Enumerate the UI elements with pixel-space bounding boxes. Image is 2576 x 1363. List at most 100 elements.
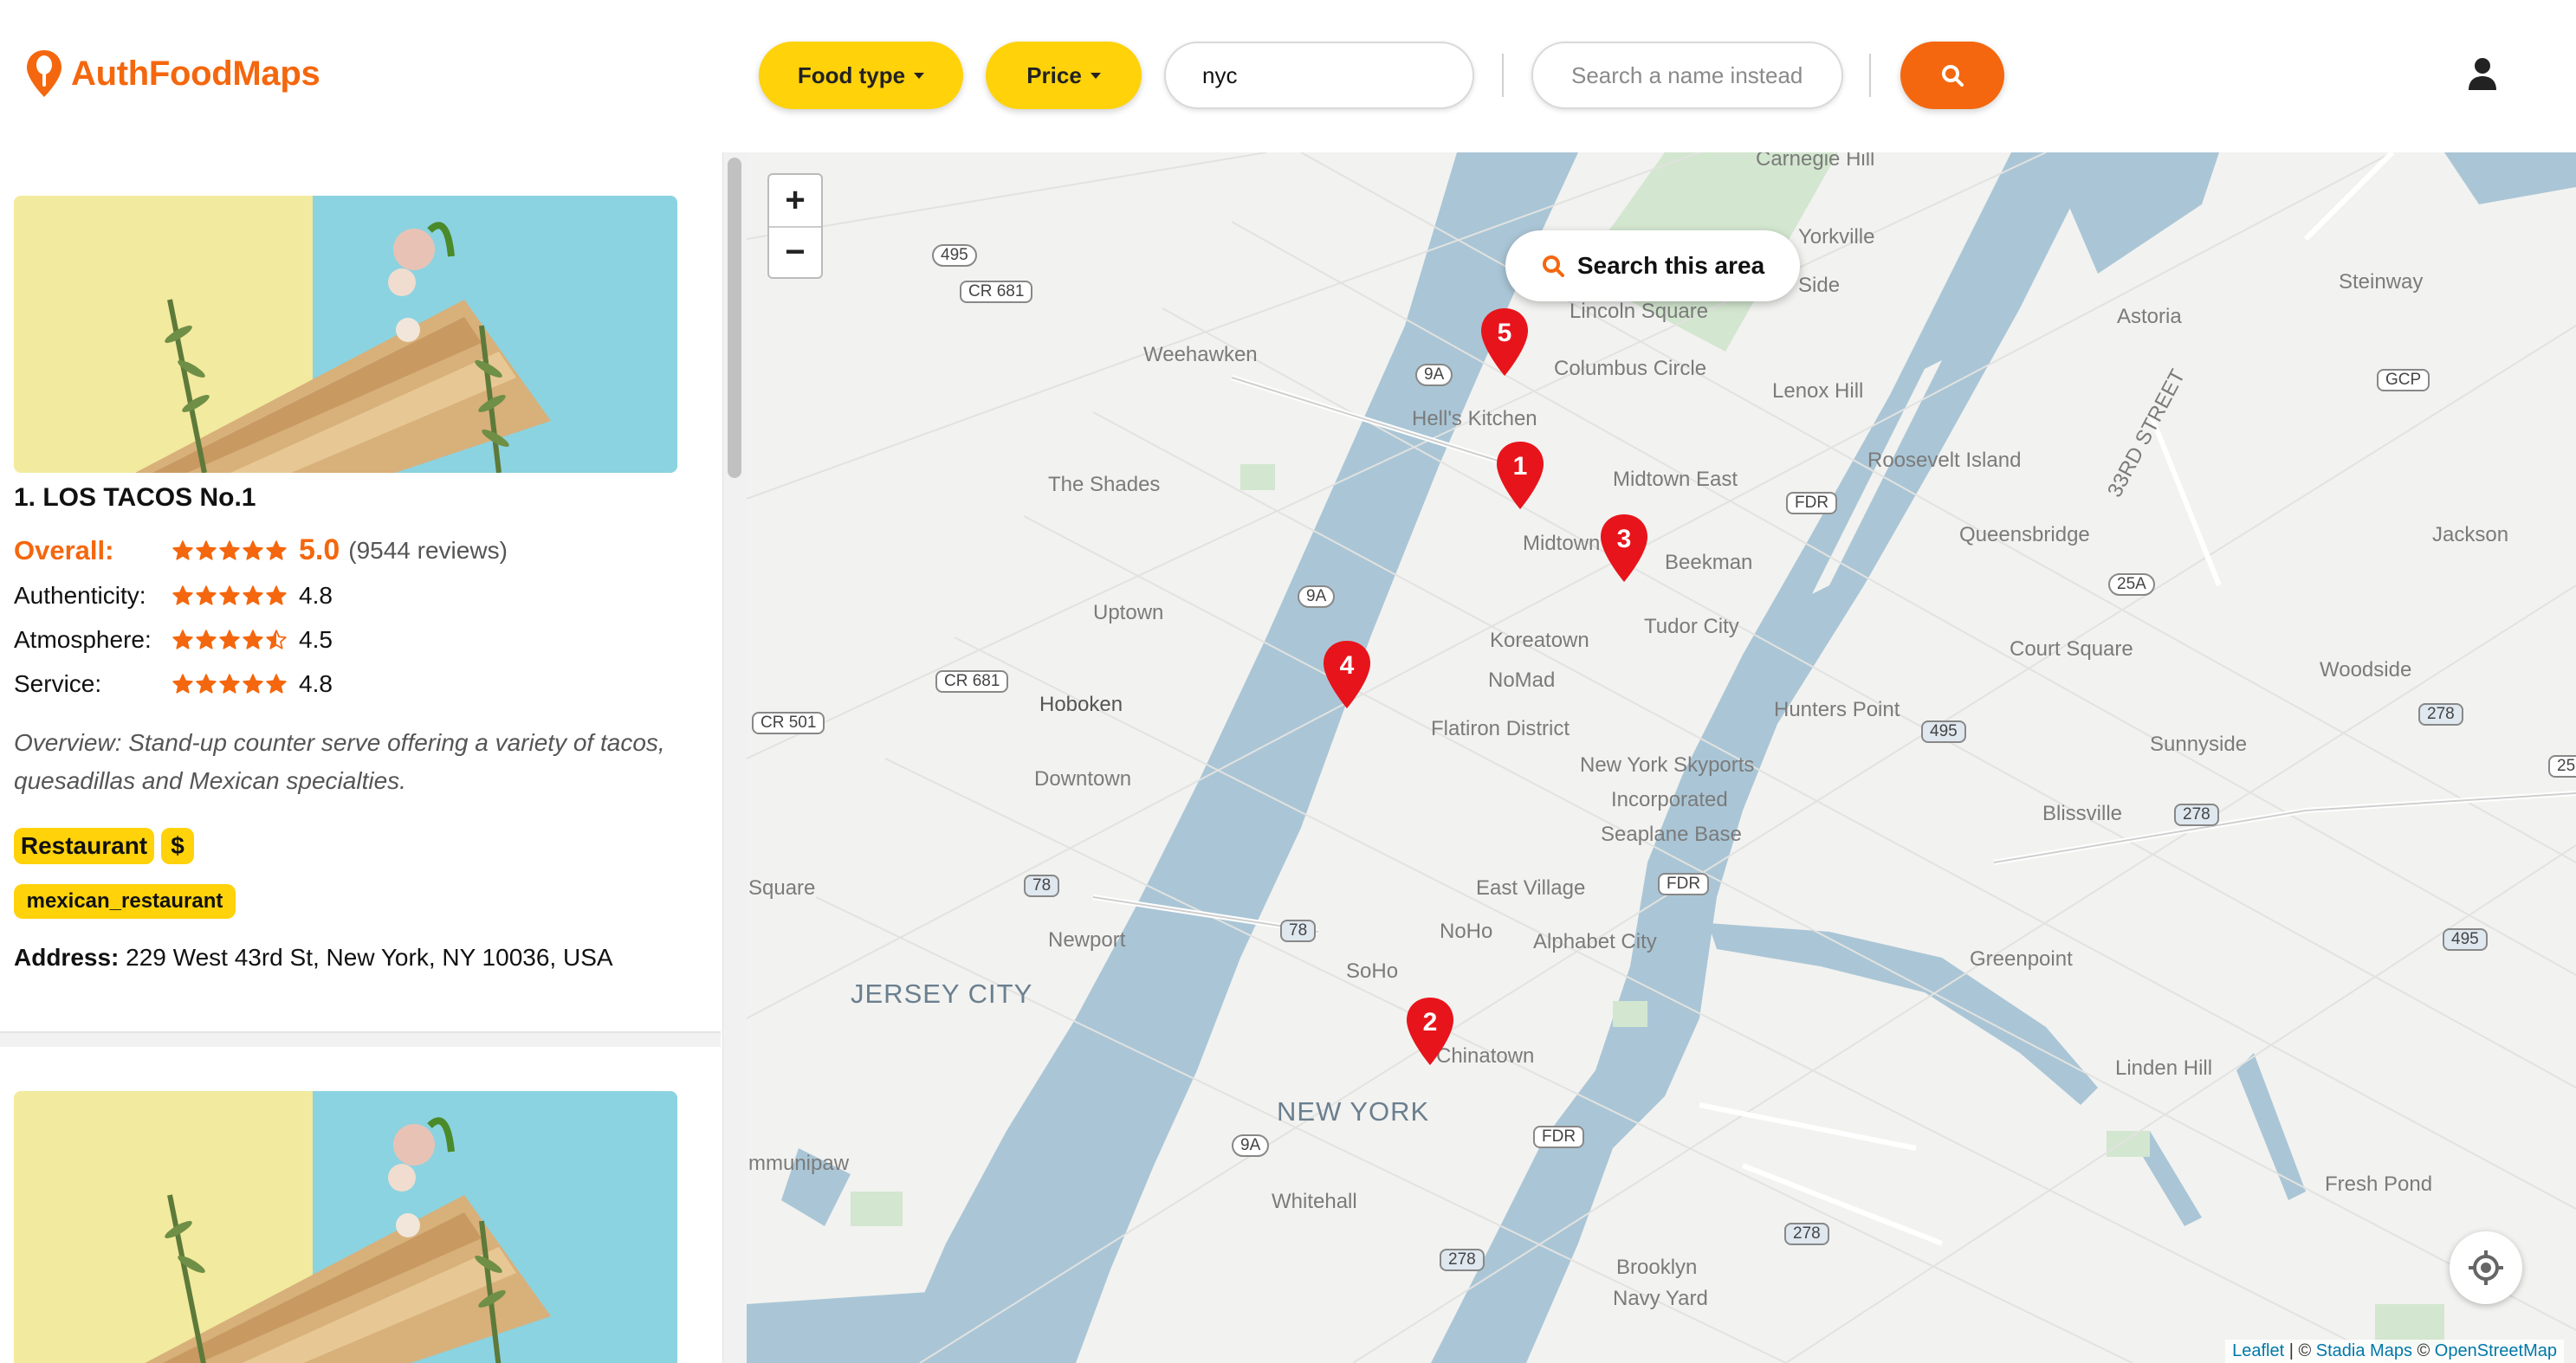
star-icon <box>172 539 193 560</box>
marker-number: 3 <box>1616 525 1632 553</box>
route-shield: FDR <box>1533 1126 1585 1148</box>
map-label: NEW YORK <box>1277 1096 1430 1127</box>
map-label: New York Skyports <box>1580 753 1755 777</box>
map-label: mmunipaw <box>748 1152 850 1175</box>
star-icon <box>172 630 193 649</box>
route-shield: 495 <box>932 244 977 267</box>
app-name: AuthFoodMaps <box>71 54 320 93</box>
app-logo[interactable]: AuthFoodMaps <box>24 48 320 99</box>
search-this-area-label: Search this area <box>1576 252 1765 279</box>
map-label: Whitehall <box>1272 1190 1357 1213</box>
zoom-out-button[interactable]: − <box>769 226 821 277</box>
star-rating <box>172 673 288 695</box>
restaurant-name[interactable]: 1. LOS TACOS No.1 <box>14 483 256 513</box>
map-label: Midtown East <box>1613 468 1738 491</box>
results-list[interactable]: 1. LOS TACOS No.1 Overall: 5.0 (9544 rev… <box>0 152 747 1363</box>
route-shield: 9A <box>1415 364 1453 386</box>
zoom-in-button[interactable]: + <box>769 175 821 226</box>
leaflet-link[interactable]: Leaflet <box>2232 1341 2284 1360</box>
route-shield: 25 <box>2548 755 2576 778</box>
rating-score: 4.8 <box>299 582 333 609</box>
map-label: Queensbridge <box>1959 523 2090 546</box>
user-icon[interactable] <box>2467 57 2498 92</box>
map-label: Hoboken <box>1039 693 1123 716</box>
rating-score: 4.5 <box>299 626 333 653</box>
review-count[interactable]: (9544 reviews) <box>348 537 508 565</box>
route-shield: 78 <box>1024 875 1060 897</box>
cuisine-tag: mexican_restaurant <box>14 884 236 919</box>
map-marker-3[interactable]: 3 <box>1599 513 1649 584</box>
map-label: Yorkville <box>1798 225 1875 249</box>
star-icon <box>219 539 240 560</box>
map-label: Hunters Point <box>1774 698 1900 721</box>
map-label: Greenpoint <box>1970 947 2073 971</box>
map-label: Seaplane Base <box>1601 823 1742 846</box>
price-label: Price <box>1026 61 1082 88</box>
star-icon <box>219 585 240 605</box>
star-icon <box>196 674 217 694</box>
star-icon <box>243 630 263 649</box>
map-label: Alphabet City <box>1533 930 1657 953</box>
map-label: Linden Hill <box>2115 1056 2213 1080</box>
location-input[interactable]: nyc <box>1164 42 1474 109</box>
star-rating <box>172 585 288 607</box>
search-icon <box>1942 65 1964 87</box>
star-icon <box>172 585 193 605</box>
map-label: Fresh Pond <box>2325 1172 2433 1196</box>
price-dropdown[interactable]: Price <box>986 42 1142 109</box>
map-marker-1[interactable]: 1 <box>1495 440 1545 511</box>
restaurant-image[interactable] <box>14 1091 677 1363</box>
route-shield: 278 <box>2418 703 2463 726</box>
category-badge: Restaurant <box>14 828 154 864</box>
map-label: JERSEY CITY <box>851 979 1033 1009</box>
route-shield: 278 <box>1784 1223 1829 1245</box>
route-shield: 25A <box>2108 573 2155 596</box>
marker-number: 2 <box>1422 1008 1438 1037</box>
rating-score: 4.8 <box>299 670 333 697</box>
map-label: Weehawken <box>1143 343 1258 366</box>
map-marker-2[interactable]: 2 <box>1405 996 1455 1067</box>
address-value: 229 West 43rd St, New York, NY 10036, US… <box>126 944 613 971</box>
map-label: The Shades <box>1048 473 1161 496</box>
search-this-area-button[interactable]: Search this area <box>1505 230 1800 301</box>
locate-me-button[interactable] <box>2450 1231 2522 1304</box>
map-label: Roosevelt Island <box>1867 449 2022 472</box>
divider <box>1869 54 1871 97</box>
route-shield: 278 <box>2174 804 2219 826</box>
stadia-link[interactable]: Stadia Maps <box>2316 1341 2412 1360</box>
osm-link[interactable]: OpenStreetMap <box>2435 1341 2557 1360</box>
route-shield: 9A <box>1232 1134 1270 1157</box>
name-search-input[interactable]: Search a name instead <box>1531 42 1843 109</box>
result-card[interactable] <box>0 1048 721 1363</box>
map-label: SoHo <box>1346 959 1399 983</box>
rating-label: Atmosphere: <box>14 626 152 653</box>
marker-number: 4 <box>1339 651 1355 680</box>
address-label: Address: <box>14 944 120 971</box>
map-label: Midtown <box>1523 532 1601 555</box>
map-label: Side <box>1798 274 1841 297</box>
food-type-dropdown[interactable]: Food type <box>759 42 963 109</box>
search-icon <box>1542 255 1564 277</box>
result-card[interactable]: 1. LOS TACOS No.1 Overall: 5.0 (9544 rev… <box>0 152 721 1027</box>
map-label: Astoria <box>2117 305 2182 328</box>
marker-number: 5 <box>1497 319 1512 347</box>
attribution-separator: | © <box>2284 1341 2316 1360</box>
map-label: Navy Yard <box>1613 1287 1708 1310</box>
cutting-board-photo <box>14 1091 677 1363</box>
map-label: Columbus Circle <box>1554 357 1707 380</box>
map-label: Koreatown <box>1490 629 1589 652</box>
map-label: Carnegie Hill <box>1756 152 1875 171</box>
map-label: Uptown <box>1093 601 1164 624</box>
map-label: Court Square <box>2010 637 2133 661</box>
map-marker-4[interactable]: 4 <box>1322 639 1372 710</box>
map-marker-5[interactable]: 5 <box>1479 307 1530 378</box>
route-shield: CR 681 <box>960 281 1033 303</box>
list-scrollbar-thumb[interactable] <box>728 158 741 478</box>
search-button[interactable] <box>1900 42 2004 109</box>
overall-score: 5.0 <box>299 533 340 566</box>
restaurant-image[interactable] <box>14 196 677 473</box>
map-view[interactable]: Carnegie Hill Yorkville Astoria Steinway… <box>747 152 2576 1363</box>
map-label: Sunnyside <box>2150 733 2248 756</box>
route-shield: GCP <box>2377 369 2430 391</box>
star-icon <box>196 585 217 605</box>
